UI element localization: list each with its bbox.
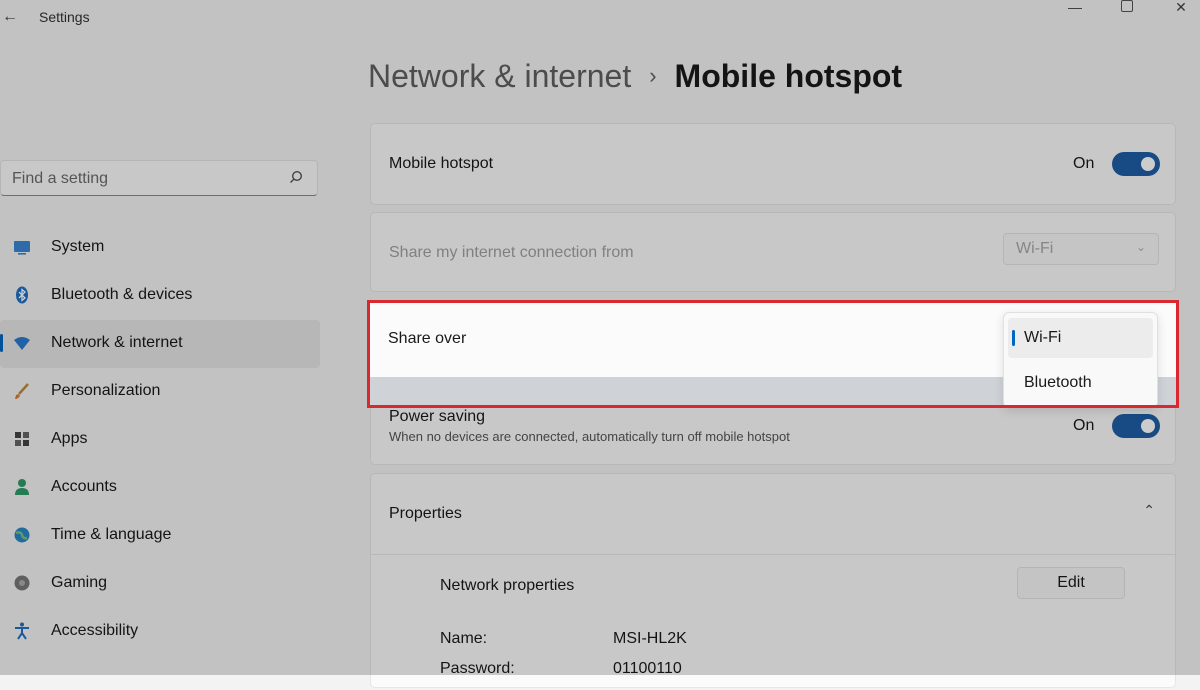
sidebar-item-accounts[interactable]: Accounts bbox=[0, 464, 320, 512]
sidebar-item-label: Bluetooth & devices bbox=[51, 286, 193, 303]
name-label: Name: bbox=[440, 630, 488, 647]
sidebar-item-gaming[interactable]: Gaming bbox=[0, 560, 320, 608]
share-from-dropdown[interactable]: Wi-Fi ⌄ bbox=[1003, 233, 1159, 265]
password-value: 01100110 bbox=[613, 660, 682, 677]
sidebar-item-label: System bbox=[51, 238, 105, 255]
password-label: Password: bbox=[440, 660, 515, 677]
settings-window: ← Settings — ✕ Find a setting System Blu… bbox=[0, 0, 1200, 688]
properties-label: Properties bbox=[389, 505, 462, 522]
sidebar-item-apps[interactable]: Apps bbox=[0, 416, 320, 464]
accounts-icon bbox=[15, 479, 29, 495]
sidebar-item-bluetooth[interactable]: Bluetooth & devices bbox=[0, 272, 320, 320]
title-bar: ← Settings — ✕ bbox=[0, 0, 1200, 34]
breadcrumb: Network & internet › Mobile hotspot bbox=[368, 58, 902, 95]
close-icon[interactable]: ✕ bbox=[1158, 0, 1200, 18]
properties-card: Properties ⌃ Network properties Edit Nam… bbox=[370, 473, 1176, 688]
power-saving-label: Power saving bbox=[389, 408, 486, 425]
annotation-highlight-box bbox=[367, 300, 1179, 408]
minimize-icon[interactable]: — bbox=[1052, 0, 1098, 18]
chevron-down-icon: ⌄ bbox=[1135, 240, 1146, 254]
search-placeholder: Find a setting bbox=[12, 170, 109, 187]
sidebar-item-time-language[interactable]: Time & language bbox=[0, 512, 320, 560]
hotspot-toggle-state: On bbox=[1073, 155, 1095, 172]
power-saving-toggle[interactable] bbox=[1112, 414, 1160, 438]
sidebar-item-system[interactable]: System bbox=[0, 224, 320, 272]
apps-icon bbox=[15, 432, 29, 446]
share-from-label: Share my internet connection from bbox=[389, 244, 634, 261]
sidebar-item-label: Personalization bbox=[51, 382, 161, 399]
sidebar-item-label: Apps bbox=[51, 430, 88, 447]
name-value: MSI-HL2K bbox=[613, 630, 687, 647]
sidebar-item-label: Time & language bbox=[51, 526, 172, 543]
mobile-hotspot-label: Mobile hotspot bbox=[389, 155, 494, 172]
sidebar-item-network[interactable]: Network & internet bbox=[0, 320, 320, 368]
app-title: Settings bbox=[39, 9, 90, 25]
sidebar-item-label: Gaming bbox=[51, 574, 108, 591]
chevron-right-icon: › bbox=[649, 63, 657, 88]
maximize-icon[interactable] bbox=[1104, 0, 1150, 18]
network-properties-label: Network properties bbox=[440, 577, 575, 594]
sidebar-item-label: Network & internet bbox=[51, 334, 183, 351]
globe-icon bbox=[14, 527, 30, 543]
gaming-icon bbox=[14, 575, 30, 591]
hotspot-toggle[interactable] bbox=[1112, 152, 1160, 176]
edit-button[interactable]: Edit bbox=[1017, 567, 1125, 599]
sidebar-nav: System Bluetooth & devices Network & int… bbox=[0, 224, 320, 656]
brush-icon bbox=[15, 383, 29, 399]
back-arrow-icon[interactable]: ← bbox=[0, 6, 20, 28]
sidebar-item-personalization[interactable]: Personalization bbox=[0, 368, 320, 416]
system-icon bbox=[14, 241, 30, 255]
mobile-hotspot-card: Mobile hotspot On bbox=[370, 123, 1176, 205]
page-title: Mobile hotspot bbox=[674, 58, 903, 94]
accessibility-icon bbox=[15, 622, 29, 640]
sidebar-item-label: Accounts bbox=[51, 478, 117, 495]
power-saving-description: When no devices are connected, automatic… bbox=[389, 429, 790, 444]
sidebar-item-accessibility[interactable]: Accessibility bbox=[0, 608, 320, 656]
bluetooth-icon bbox=[16, 286, 28, 304]
share-from-value: Wi-Fi bbox=[1016, 240, 1054, 257]
chevron-up-icon[interactable]: ⌃ bbox=[1143, 502, 1155, 519]
breadcrumb-parent[interactable]: Network & internet bbox=[368, 58, 631, 94]
sidebar-item-label: Accessibility bbox=[51, 622, 139, 639]
power-saving-toggle-state: On bbox=[1073, 417, 1095, 434]
share-from-card: Share my internet connection from Wi-Fi … bbox=[370, 212, 1176, 292]
search-icon bbox=[290, 170, 303, 183]
selection-indicator bbox=[0, 334, 3, 352]
search-input[interactable]: Find a setting bbox=[0, 160, 318, 196]
properties-section: Network properties Edit Name: MSI-HL2K P… bbox=[371, 554, 1175, 690]
network-icon bbox=[14, 337, 30, 350]
